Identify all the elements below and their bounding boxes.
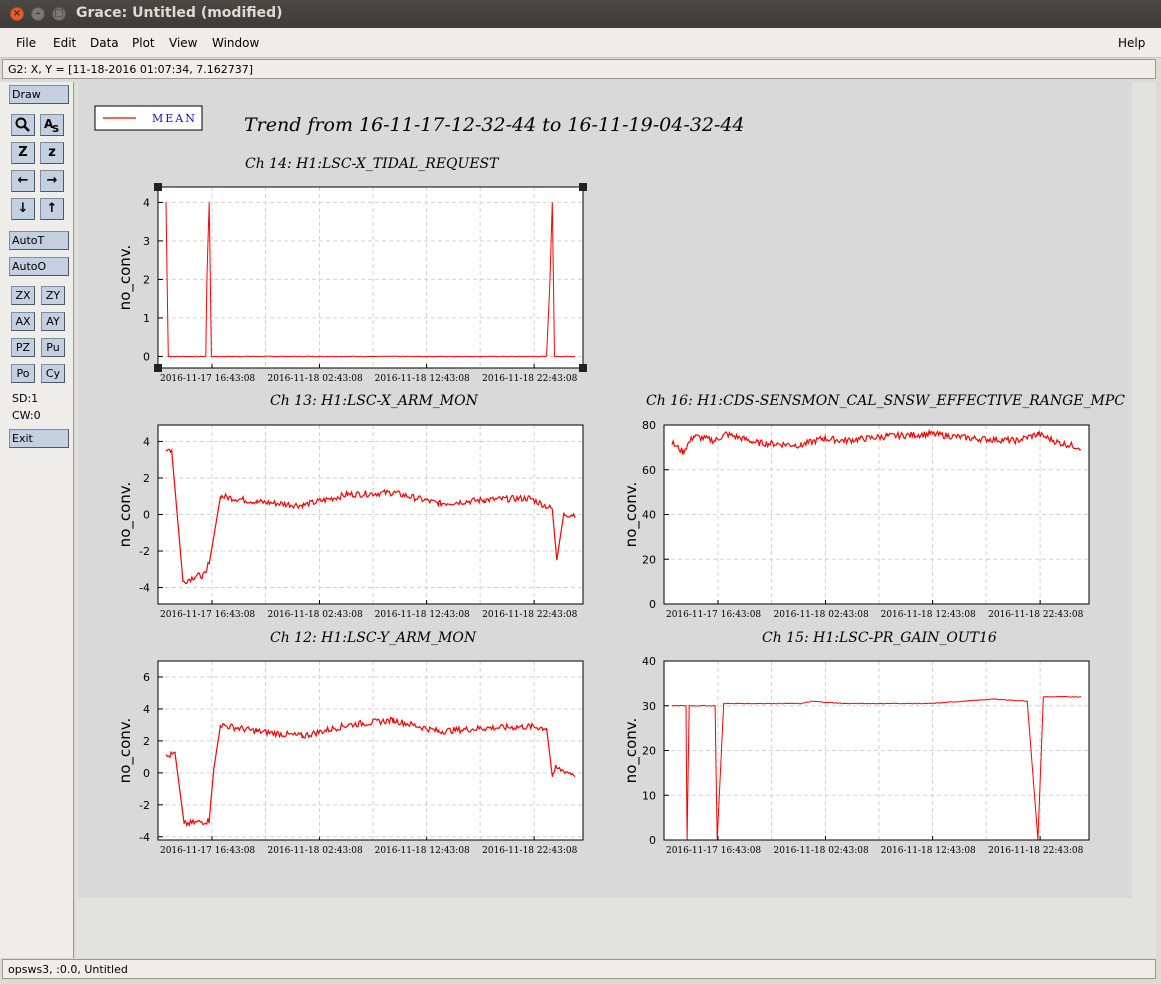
y-tick-label: 3: [143, 235, 150, 248]
y-axis-label: no_conv.: [116, 245, 135, 311]
x-tick-label: 2016-11-18 12:43:08: [375, 846, 470, 856]
graph-title: Ch 14: H1:LSC-X_TIDAL_REQUEST: [245, 156, 500, 172]
x-tick-label: 2016-11-18 22:43:08: [482, 846, 577, 856]
graph-2[interactable]: Ch 16: H1:CDS-SENSMON_CAL_SNSW_EFFECTIVE…: [622, 393, 1125, 620]
y-tick-label: 0: [143, 767, 150, 780]
y-tick-label: 1: [143, 312, 150, 325]
y-tick-label: 40: [642, 509, 656, 522]
y-tick-label: 20: [642, 745, 656, 758]
graph-3[interactable]: Ch 12: H1:LSC-Y_ARM_MON 2016-11-17 16:43:…: [116, 630, 584, 856]
y-tick-label: 4: [143, 435, 150, 448]
y-tick-label: 0: [649, 834, 656, 847]
y-axis-label: no_conv.: [622, 482, 641, 548]
y-tick-label: 60: [642, 464, 656, 477]
x-tick-label: 2016-11-17 16:43:08: [160, 374, 255, 384]
y-tick-label: 40: [642, 655, 656, 668]
y-tick-label: 0: [649, 598, 656, 611]
x-tick-label: 2016-11-17 16:43:08: [666, 610, 761, 620]
y-tick-label: 20: [642, 553, 656, 566]
x-tick-label: 2016-11-18 02:43:08: [268, 846, 363, 856]
selection-handle[interactable]: [154, 364, 162, 372]
plot-canvas[interactable]: MEAN Trend from 16-11-17-12-32-44 to 16-…: [0, 0, 1161, 984]
y-tick-label: -4: [139, 582, 150, 595]
x-tick-label: 2016-11-18 12:43:08: [881, 846, 976, 856]
graph-title: Ch 12: H1:LSC-Y_ARM_MON: [270, 630, 477, 646]
legend[interactable]: MEAN: [94, 105, 203, 131]
legend-label: MEAN: [152, 112, 197, 125]
status-bar: opsws3, :0.0, Untitled: [2, 959, 1156, 979]
x-tick-label: 2016-11-17 16:43:08: [160, 846, 255, 856]
y-tick-label: 2: [143, 735, 150, 748]
x-tick-label: 2016-11-17 16:43:08: [160, 610, 255, 620]
x-tick-label: 2016-11-17 16:43:08: [666, 846, 761, 856]
x-tick-label: 2016-11-18 22:43:08: [988, 610, 1083, 620]
y-axis-label: no_conv.: [622, 718, 641, 784]
selection-handle[interactable]: [579, 364, 587, 372]
y-tick-label: -4: [139, 831, 150, 844]
graph-0[interactable]: Ch 14: H1:LSC-X_TIDAL_REQUEST 2016-11-17 …: [116, 156, 587, 384]
plot-area[interactable]: [158, 661, 583, 840]
x-tick-label: 2016-11-18 02:43:08: [268, 374, 363, 384]
graph-1[interactable]: Ch 13: H1:LSC-X_ARM_MON 2016-11-17 16:43:…: [116, 393, 584, 620]
x-tick-label: 2016-11-18 22:43:08: [482, 374, 577, 384]
x-tick-label: 2016-11-18 12:43:08: [375, 374, 470, 384]
y-tick-label: -2: [139, 799, 150, 812]
y-tick-label: 10: [642, 789, 656, 802]
y-tick-label: 2: [143, 273, 150, 286]
x-tick-label: 2016-11-18 22:43:08: [988, 846, 1083, 856]
status-text: opsws3, :0.0, Untitled: [8, 963, 128, 976]
graph-title: Ch 16: H1:CDS-SENSMON_CAL_SNSW_EFFECTIVE…: [646, 393, 1125, 409]
y-tick-label: 0: [143, 350, 150, 363]
graph-4[interactable]: Ch 15: H1:LSC-PR_GAIN_OUT16 2016-11-17 16…: [622, 630, 1090, 856]
y-tick-label: -2: [139, 545, 150, 558]
x-tick-label: 2016-11-18 02:43:08: [268, 610, 363, 620]
x-tick-label: 2016-11-18 02:43:08: [774, 846, 869, 856]
x-tick-label: 2016-11-18 02:43:08: [774, 610, 869, 620]
y-tick-label: 4: [143, 703, 150, 716]
y-tick-label: 80: [642, 419, 656, 432]
y-axis-label: no_conv.: [116, 482, 135, 548]
selection-handle[interactable]: [579, 183, 587, 191]
x-tick-label: 2016-11-18 12:43:08: [375, 610, 470, 620]
x-tick-label: 2016-11-18 12:43:08: [881, 610, 976, 620]
y-tick-label: 0: [143, 509, 150, 522]
graph-title: Ch 15: H1:LSC-PR_GAIN_OUT16: [762, 630, 997, 646]
y-tick-label: 4: [143, 196, 150, 209]
y-tick-label: 2: [143, 472, 150, 485]
y-tick-label: 30: [642, 700, 656, 713]
graph-title: Ch 13: H1:LSC-X_ARM_MON: [270, 393, 479, 409]
y-tick-label: 6: [143, 671, 150, 684]
x-tick-label: 2016-11-18 22:43:08: [482, 610, 577, 620]
plot-area[interactable]: [158, 187, 583, 368]
figure-title: Trend from 16-11-17-12-32-44 to 16-11-19…: [244, 114, 745, 136]
selection-handle[interactable]: [154, 183, 162, 191]
y-axis-label: no_conv.: [116, 718, 135, 784]
